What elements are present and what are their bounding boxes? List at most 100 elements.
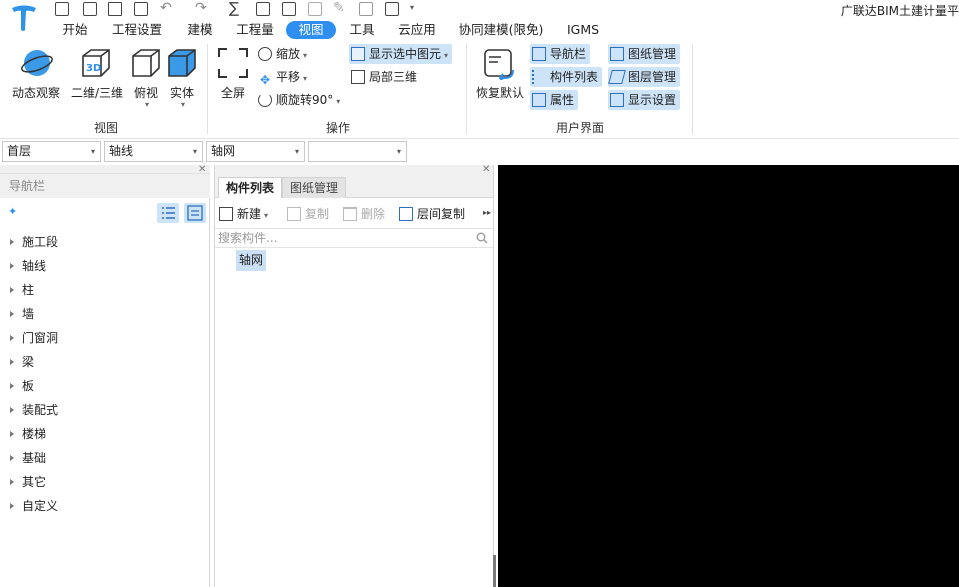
detail-view-button[interactable] (184, 203, 206, 223)
rotate-dropdown-icon[interactable]: ▾ (336, 97, 340, 106)
tab-quantities[interactable]: 工程量 (232, 21, 278, 39)
tab-collab-modeling[interactable]: 协同建模(限免) (456, 21, 546, 39)
open-folder-icon[interactable] (108, 2, 122, 16)
expand-arrow-icon[interactable] (10, 239, 14, 245)
nav-item-stairs[interactable]: 楼梯 (10, 424, 46, 444)
app-title: 广联达BIM土建计量平 (840, 4, 959, 18)
upload-icon[interactable] (55, 2, 69, 16)
tab-tools[interactable]: 工具 (343, 21, 381, 39)
app-window: ↶ ↷ ∑ ✎ ▾ 广联达BIM土建计量平 开始 工程设置 建模 工程量 视图 … (0, 0, 959, 587)
solid-dropdown-icon[interactable]: ▾ (181, 100, 185, 109)
drawing-mgmt-toggle[interactable]: 图纸管理 (608, 44, 681, 64)
more-tools-icon[interactable]: ▸▸ (483, 208, 491, 217)
nav-item-column[interactable]: 柱 (10, 280, 34, 300)
expand-arrow-icon[interactable] (10, 503, 14, 509)
type-select[interactable]: 轴网 ▾ (206, 141, 305, 162)
column-icon[interactable] (359, 2, 373, 16)
table-icon[interactable] (282, 2, 296, 16)
show-selected-dropdown-icon[interactable]: ▾ (444, 51, 448, 60)
nav-item-wall[interactable]: 墙 (10, 304, 34, 324)
expand-arrow-icon[interactable] (10, 287, 14, 293)
grid-icon[interactable] (256, 2, 270, 16)
nav-item-custom[interactable]: 自定义 (10, 496, 58, 516)
redo-icon[interactable]: ↷ (195, 0, 207, 16)
save-icon[interactable] (134, 2, 148, 16)
properties-toggle[interactable]: 属性 (530, 90, 579, 110)
brush-icon[interactable]: ✎ (333, 0, 345, 16)
pan-dropdown-icon[interactable]: ▾ (303, 74, 307, 83)
list-view-button[interactable] (157, 203, 179, 223)
delete-component-button[interactable]: 删除 (343, 204, 385, 224)
component-panel: ✕ 构件列表 图纸管理 新建 ▾ 复制 删除 层间复制 ▸▸ 搜索构件... 轴网 (214, 165, 496, 587)
customize-qbar-icon[interactable]: ▾ (410, 3, 414, 12)
expand-arrow-icon[interactable] (10, 263, 14, 269)
expand-arrow-icon[interactable] (10, 407, 14, 413)
nav-bar-toggle[interactable]: 导航栏 (530, 44, 591, 64)
component-item-axis-grid[interactable]: 轴网 (236, 250, 267, 271)
show-selected-button[interactable]: 显示选中图元 ▾ (349, 44, 453, 64)
zoom-dropdown-icon[interactable]: ▾ (303, 51, 307, 60)
nav-item-construction-stage[interactable]: 施工段 (10, 232, 58, 252)
top-view-dropdown-icon[interactable]: ▾ (145, 100, 149, 109)
expand-arrow-icon[interactable] (10, 383, 14, 389)
nav-item-openings[interactable]: 门窗洞 (10, 328, 58, 348)
screenshot-icon[interactable] (385, 2, 399, 16)
chevron-down-icon: ▾ (90, 147, 95, 156)
floor-select[interactable]: 首层 ▾ (2, 141, 101, 162)
copy-component-button[interactable]: 复制 (287, 204, 329, 224)
add-custom-icon[interactable]: ✦ (8, 205, 17, 218)
tab-modeling[interactable]: 建模 (181, 21, 219, 39)
display-settings-toggle[interactable]: 显示设置 (608, 90, 681, 110)
expand-arrow-icon[interactable] (10, 479, 14, 485)
tab-view[interactable]: 视图 (286, 21, 336, 39)
view-group-label: 视图 (93, 121, 118, 135)
nav-item-axis[interactable]: 轴线 (10, 256, 46, 276)
pan-button[interactable]: ✥ 平移 ▾ (258, 67, 307, 87)
expand-arrow-icon[interactable] (10, 311, 14, 317)
local-3d-label: 局部三维 (369, 70, 418, 84)
component-search-input[interactable]: 搜索构件... (215, 228, 493, 248)
close-icon[interactable]: ✕ (198, 165, 206, 175)
nav-item-other[interactable]: 其它 (10, 472, 46, 492)
zoom-button[interactable]: 缩放 ▾ (258, 44, 307, 64)
component-select[interactable]: ▾ (308, 141, 407, 162)
rotate-button[interactable]: 顺旋转90° ▾ (258, 90, 340, 110)
nav-item-slab[interactable]: 板 (10, 376, 34, 396)
ribbon: 动态观察 3D 二维/三维 俯视 ▾ 实体 ▾ 视图 全屏 缩放 ▾ ✥ 平移 … (0, 40, 959, 139)
svg-text:3D: 3D (86, 63, 101, 74)
tab-project-settings[interactable]: 工程设置 (108, 21, 166, 39)
copy-label: 复制 (305, 207, 330, 221)
local-3d-icon (351, 70, 365, 84)
expand-arrow-icon[interactable] (10, 335, 14, 341)
layout-icon[interactable] (308, 2, 322, 16)
nav-item-foundation[interactable]: 基础 (10, 448, 46, 468)
close-icon[interactable]: ✕ (482, 165, 490, 175)
new-file-icon[interactable] (83, 2, 97, 16)
undo-icon[interactable]: ↶ (160, 0, 172, 16)
category-select[interactable]: 轴线 ▾ (104, 141, 203, 162)
component-list-toggle[interactable]: 构件列表 (530, 67, 603, 87)
drawing-canvas[interactable] (498, 165, 959, 587)
local-3d-button[interactable]: 局部三维 (351, 67, 417, 87)
nav-item-beam[interactable]: 梁 (10, 352, 34, 372)
tab-start[interactable]: 开始 (56, 21, 94, 39)
nav-item-prefab[interactable]: 装配式 (10, 400, 58, 420)
sum-icon[interactable]: ∑ (229, 0, 239, 17)
expand-arrow-icon[interactable] (10, 359, 14, 365)
scrollbar-thumb[interactable] (493, 555, 496, 587)
floor-copy-icon (399, 207, 413, 221)
properties-icon (532, 93, 546, 107)
floor-copy-button[interactable]: 层间复制 (399, 204, 465, 224)
expand-arrow-icon[interactable] (10, 455, 14, 461)
tab-drawing-management[interactable]: 图纸管理 (282, 177, 347, 198)
expand-arrow-icon[interactable] (10, 431, 14, 437)
tab-component-list[interactable]: 构件列表 (218, 177, 283, 198)
tab-igms[interactable]: IGMS (561, 21, 605, 39)
tab-cloud-apps[interactable]: 云应用 (393, 21, 441, 39)
new-dropdown-icon[interactable]: ▾ (264, 211, 268, 220)
layer-mgmt-toggle[interactable]: 图层管理 (608, 67, 681, 87)
new-component-button[interactable]: 新建 ▾ (219, 204, 268, 224)
menu-bar: 开始 工程设置 建模 工程量 视图 工具 云应用 协同建模(限免) IGMS (0, 20, 959, 40)
nav-bar-toggle-label: 导航栏 (550, 47, 587, 61)
chevron-down-icon: ▾ (396, 147, 401, 156)
